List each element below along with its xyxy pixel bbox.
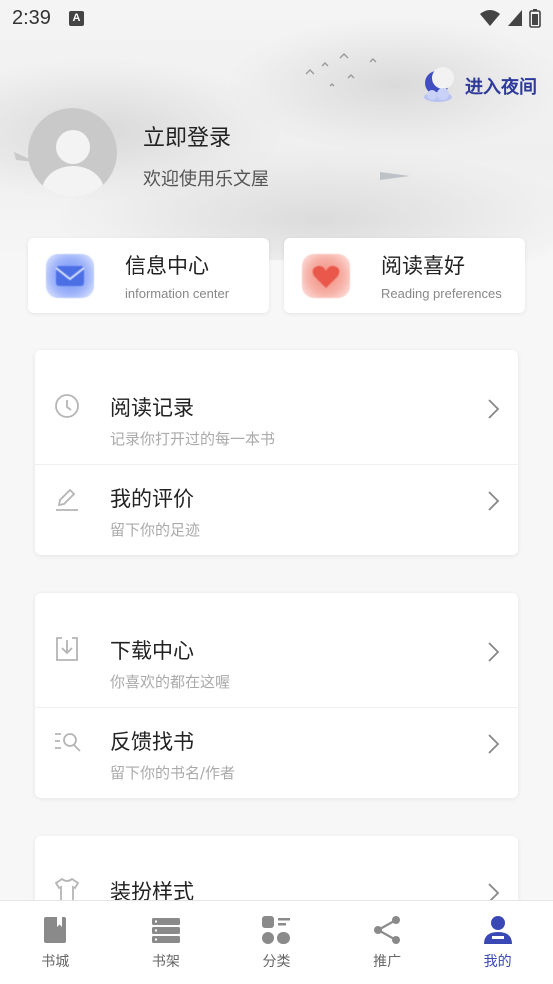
chevron-right-icon bbox=[488, 491, 500, 511]
avatar-head bbox=[56, 130, 90, 164]
chevron-right-icon bbox=[488, 399, 500, 419]
tab-mine-label: 我的 bbox=[483, 954, 512, 970]
reading-history-title: 阅读记录 bbox=[110, 396, 194, 420]
heart-icon bbox=[302, 254, 350, 298]
tab-mine[interactable]: 我的 bbox=[442, 901, 553, 984]
user-icon bbox=[483, 916, 512, 944]
download-center-subtitle: 你喜欢的都在这喔 bbox=[110, 673, 231, 691]
chevron-right-icon bbox=[488, 642, 500, 662]
info-center-subtitle: information center bbox=[125, 286, 230, 301]
battery-icon bbox=[529, 9, 541, 28]
tab-promote[interactable]: 推广 bbox=[332, 901, 443, 984]
reading-history-row[interactable]: 阅读记录 记录你打开过的每一本书 bbox=[35, 350, 518, 464]
reading-history-subtitle: 记录你打开过的每一本书 bbox=[110, 430, 276, 448]
welcome-text: 欢迎使用乐文屋 bbox=[143, 169, 269, 190]
category-icon bbox=[262, 916, 291, 944]
my-reviews-title: 我的评价 bbox=[110, 487, 194, 511]
message-icon bbox=[46, 254, 94, 298]
tab-category-label: 分类 bbox=[262, 954, 291, 970]
edit-icon bbox=[56, 488, 78, 511]
tab-bookstore[interactable]: 书城 bbox=[0, 901, 111, 984]
clock-icon bbox=[55, 394, 79, 418]
my-reviews-subtitle: 留下你的足迹 bbox=[110, 521, 201, 539]
status-icons bbox=[479, 8, 541, 28]
bottom-tab-bar: 书城 书架 分类 推广 我的 bbox=[0, 900, 553, 984]
avatar-body bbox=[42, 166, 104, 197]
my-reviews-row[interactable]: 我的评价 留下你的足迹 bbox=[35, 464, 518, 555]
night-mode-button[interactable]: 进入夜间 bbox=[419, 66, 537, 106]
menu-group-downloads: 下载中心 你喜欢的都在这喔 反馈找书 留下你的书名/作者 bbox=[35, 593, 518, 798]
tab-bookshelf[interactable]: 书架 bbox=[111, 901, 222, 984]
menu-group-history: 阅读记录 记录你打开过的每一本书 我的评价 留下你的足迹 bbox=[35, 350, 518, 555]
reading-preferences-title: 阅读喜好 bbox=[381, 254, 465, 278]
notification-a-icon: A bbox=[68, 10, 84, 26]
tab-category[interactable]: 分类 bbox=[221, 901, 332, 984]
bookshelf-icon bbox=[151, 918, 180, 943]
status-bar: 2:39 A bbox=[0, 0, 553, 36]
login-button[interactable]: 立即登录 bbox=[143, 120, 231, 152]
feedback-find-book-subtitle: 留下你的书名/作者 bbox=[110, 764, 236, 782]
moon-cloud-icon bbox=[424, 67, 454, 102]
tab-promote-label: 推广 bbox=[373, 954, 402, 970]
book-icon bbox=[44, 917, 67, 943]
info-center-title: 信息中心 bbox=[125, 254, 209, 278]
share-icon bbox=[374, 916, 401, 944]
night-mode-label: 进入夜间 bbox=[465, 77, 537, 98]
signal-icon bbox=[508, 10, 522, 26]
tab-bookshelf-label: 书架 bbox=[151, 954, 180, 970]
feedback-find-book-title: 反馈找书 bbox=[110, 730, 194, 754]
download-icon bbox=[56, 637, 78, 661]
reading-preferences-card[interactable]: 阅读喜好 Reading preferences bbox=[284, 238, 525, 313]
tab-bookstore-label: 书城 bbox=[41, 954, 70, 970]
wifi-icon bbox=[480, 10, 500, 26]
info-center-card[interactable]: 信息中心 information center bbox=[28, 238, 269, 313]
reading-preferences-subtitle: Reading preferences bbox=[381, 286, 502, 301]
search-list-icon bbox=[55, 733, 81, 752]
chevron-right-icon bbox=[488, 734, 500, 754]
feedback-find-book-row[interactable]: 反馈找书 留下你的书名/作者 bbox=[35, 707, 518, 798]
status-time: 2:39 bbox=[12, 6, 51, 29]
avatar[interactable] bbox=[28, 108, 117, 197]
download-center-title: 下载中心 bbox=[110, 639, 194, 663]
download-center-row[interactable]: 下载中心 你喜欢的都在这喔 bbox=[35, 593, 518, 707]
